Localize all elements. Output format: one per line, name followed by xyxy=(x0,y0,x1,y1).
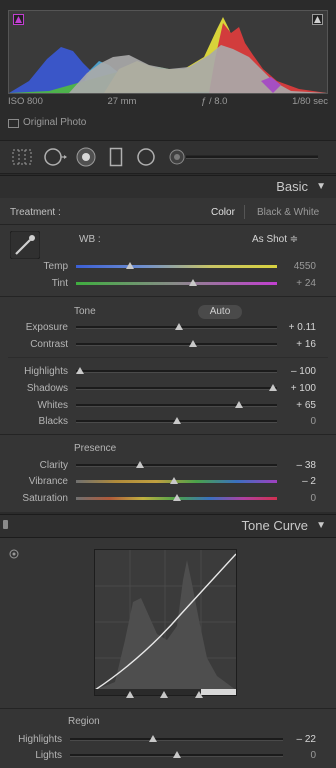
whites-label: Whites xyxy=(37,400,68,411)
saturation-value[interactable]: 0 xyxy=(310,493,316,504)
curve-highlights-label: Highlights xyxy=(18,734,62,745)
vibrance-value[interactable]: – 2 xyxy=(302,476,316,487)
shadows-split-handle[interactable] xyxy=(126,691,134,698)
treatment-divider xyxy=(244,205,245,219)
panel-switch-icon[interactable] xyxy=(3,520,8,529)
eyedropper-icon[interactable] xyxy=(10,231,40,259)
treatment-label: Treatment : xyxy=(10,207,61,218)
highlights-track[interactable] xyxy=(76,370,277,373)
basic-panel-header[interactable]: Basic ▼ xyxy=(0,175,336,199)
whites-value[interactable]: + 65 xyxy=(296,400,316,411)
shadows-track[interactable] xyxy=(76,387,277,390)
auto-tone-button[interactable]: Auto xyxy=(198,305,242,319)
tool-strip xyxy=(0,140,336,174)
collapse-triangle-icon[interactable]: ▼ xyxy=(316,520,326,531)
original-photo-checkbox[interactable] xyxy=(8,119,19,128)
highlights-slider-thumb[interactable] xyxy=(76,367,85,374)
exposure-slider-thumb[interactable] xyxy=(174,323,183,330)
tone-section-label: Tone xyxy=(74,306,96,317)
focal-length: 27 mm xyxy=(107,96,137,107)
blacks-value[interactable]: 0 xyxy=(310,416,316,427)
blacks-label: Blacks xyxy=(38,416,68,427)
crop-overlay-icon[interactable] xyxy=(12,149,32,165)
tint-value[interactable]: + 24 xyxy=(296,278,316,289)
clarity-label: Clarity xyxy=(39,460,68,471)
shutter-speed: 1/80 sec xyxy=(292,96,328,107)
tone-curve-graph[interactable] xyxy=(94,549,237,696)
graduated-filter-icon[interactable] xyxy=(109,147,123,167)
shadows-slider-thumb[interactable] xyxy=(268,384,277,391)
red-eye-icon[interactable] xyxy=(75,146,97,168)
exposure-label: Exposure xyxy=(25,322,68,333)
curve-highlights-value[interactable]: – 22 xyxy=(297,734,316,745)
shadow-clipping-indicator[interactable] xyxy=(13,14,24,25)
region-section-label: Region xyxy=(68,716,100,727)
exposure-value[interactable]: + 0.11 xyxy=(289,322,316,333)
curve-highlights-track[interactable] xyxy=(70,738,283,741)
basic-panel-title: Basic xyxy=(276,179,308,194)
shadows-value[interactable]: + 100 xyxy=(291,383,316,394)
radial-filter-icon[interactable] xyxy=(136,147,156,167)
target-adjustment-icon[interactable] xyxy=(9,549,19,559)
tone-curve-panel-header[interactable]: Tone Curve ▼ xyxy=(0,514,336,538)
highlights-value[interactable]: – 100 xyxy=(291,366,316,377)
clarity-slider-thumb[interactable] xyxy=(136,461,145,468)
treatment-bw-option[interactable]: Black & White xyxy=(257,207,319,218)
whites-slider-thumb[interactable] xyxy=(234,401,243,408)
curve-lights-slider-thumb[interactable] xyxy=(172,751,181,758)
wb-select[interactable]: As Shot ≑ xyxy=(252,234,298,245)
tint-label: Tint xyxy=(51,278,68,289)
midtones-split-handle[interactable] xyxy=(160,691,168,698)
treatment-color-option[interactable]: Color xyxy=(211,207,235,218)
contrast-value[interactable]: + 16 xyxy=(296,339,316,350)
adjustment-brush-slider[interactable] xyxy=(168,148,320,166)
tint-slider-thumb[interactable] xyxy=(188,279,197,286)
saturation-slider-thumb[interactable] xyxy=(172,494,181,501)
vibrance-slider-thumb[interactable] xyxy=(170,477,179,484)
contrast-label: Contrast xyxy=(30,339,68,350)
contrast-track[interactable] xyxy=(76,343,277,346)
tint-track[interactable] xyxy=(76,282,277,285)
temp-value[interactable]: 4550 xyxy=(294,261,316,272)
clarity-value[interactable]: – 38 xyxy=(297,460,316,471)
contrast-slider-thumb[interactable] xyxy=(188,340,197,347)
curve-lights-label: Lights xyxy=(35,750,62,761)
curve-highlights-slider-thumb[interactable] xyxy=(149,735,158,742)
temp-slider-thumb[interactable] xyxy=(126,262,135,269)
temp-label: Temp xyxy=(43,261,68,272)
original-photo-label: Original Photo xyxy=(23,117,87,128)
saturation-label: Saturation xyxy=(22,493,68,504)
highlight-clipping-indicator[interactable] xyxy=(312,14,323,25)
wb-label: WB : xyxy=(79,234,101,245)
temp-track[interactable] xyxy=(76,265,277,268)
blacks-slider-thumb[interactable] xyxy=(172,417,181,424)
clarity-track[interactable] xyxy=(76,464,277,467)
iso-value: ISO 800 xyxy=(8,96,43,107)
highlights-label: Highlights xyxy=(24,366,68,377)
collapse-triangle-icon[interactable]: ▼ xyxy=(316,181,326,192)
tone-curve-panel-title: Tone Curve xyxy=(241,518,308,533)
whites-track[interactable] xyxy=(76,404,277,407)
vibrance-label: Vibrance xyxy=(28,476,68,487)
spot-removal-icon[interactable] xyxy=(43,147,67,167)
highlights-split-handle[interactable] xyxy=(195,691,203,698)
shadows-label: Shadows xyxy=(26,383,68,394)
histogram[interactable] xyxy=(8,10,328,94)
aperture-value: ƒ / 8.0 xyxy=(201,96,228,107)
presence-section-label: Presence xyxy=(74,443,117,454)
curve-lights-value[interactable]: 0 xyxy=(310,750,316,761)
camera-info: ISO 800 27 mm ƒ / 8.0 1/80 sec xyxy=(8,96,328,108)
